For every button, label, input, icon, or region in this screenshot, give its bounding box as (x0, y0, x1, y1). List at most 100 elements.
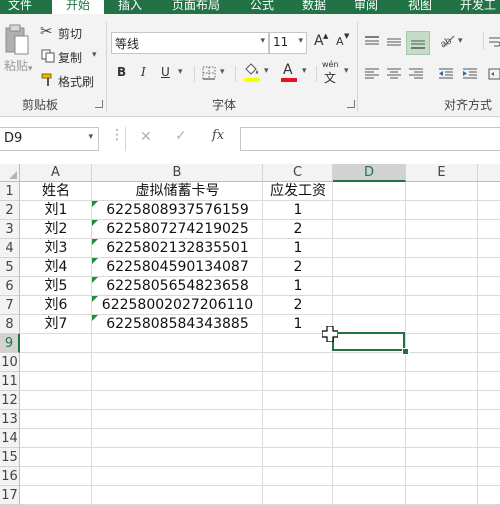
row-header-8[interactable]: 8 (0, 315, 20, 334)
cell-c6[interactable]: 1 (263, 277, 333, 296)
merge-center-button[interactable] (488, 66, 500, 84)
row-header-16[interactable]: 16 (0, 467, 20, 486)
tab-data[interactable]: 数据 (302, 0, 326, 14)
increase-font-size-button[interactable]: A ▲ (313, 32, 329, 52)
fill-color-button[interactable]: ▾ (242, 62, 274, 84)
font-name-select[interactable]: 等线 ▾ (111, 32, 269, 54)
cell-c4[interactable]: 1 (263, 239, 333, 258)
tab-view[interactable]: 视图 (408, 0, 432, 14)
error-indicator-icon[interactable] (92, 258, 98, 264)
row-header-17[interactable]: 17 (0, 486, 20, 505)
row-header-5[interactable]: 5 (0, 258, 20, 277)
bottom-align-button[interactable] (406, 31, 430, 55)
bold-button[interactable]: B (114, 64, 130, 82)
cell-b3[interactable]: 6225807274219025 (92, 220, 263, 239)
row-header-1[interactable]: 1 (0, 182, 20, 201)
row-header-3[interactable]: 3 (0, 220, 20, 239)
cell-c2[interactable]: 1 (263, 201, 333, 220)
column-header-b[interactable]: B (92, 164, 263, 182)
cell-b7[interactable]: 62258002027206110 (92, 296, 263, 315)
cell-b6[interactable]: 6225805654823658 (92, 277, 263, 296)
align-center-button[interactable] (386, 66, 406, 84)
enter-entry-button[interactable]: ✓ (175, 128, 187, 144)
orientation-button[interactable]: ab ▾ (438, 32, 468, 52)
top-align-button[interactable] (364, 34, 384, 52)
column-header-e[interactable]: E (406, 164, 478, 182)
decrease-font-size-button[interactable]: A ▼ (335, 32, 351, 52)
cell-a4[interactable]: 刘3 (20, 239, 92, 258)
cell-b2[interactable]: 6225808937576159 (92, 201, 263, 220)
font-size-select[interactable]: 11 ▾ (269, 32, 307, 54)
cell-a8[interactable]: 刘7 (20, 315, 92, 334)
paste-dropdown-arrow[interactable]: ▾ (28, 64, 33, 74)
align-right-button[interactable] (408, 66, 428, 84)
underline-button[interactable]: U ▾ (158, 64, 188, 82)
error-indicator-icon[interactable] (92, 296, 98, 302)
cell-a5[interactable]: 刘4 (20, 258, 92, 277)
formula-input[interactable] (240, 127, 500, 151)
tab-insert[interactable]: 插入 (118, 0, 142, 14)
cell-b1[interactable]: 虚拟储蓄卡号 (92, 182, 263, 201)
cell-a3[interactable]: 刘2 (20, 220, 92, 239)
cell-a1[interactable]: 姓名 (20, 182, 92, 201)
fill-handle[interactable] (402, 348, 409, 355)
cell-a2[interactable]: 刘1 (20, 201, 92, 220)
column-header-a[interactable]: A (20, 164, 92, 182)
tab-developer[interactable]: 开发工 (460, 0, 496, 14)
decrease-indent-button[interactable] (438, 66, 458, 84)
tab-formulas[interactable]: 公式 (250, 0, 274, 14)
cell-c1[interactable]: 应发工资 (263, 182, 333, 201)
copy-button[interactable]: 复制 ▾ (40, 48, 102, 66)
column-header-d[interactable]: D (333, 164, 406, 182)
cell-b8[interactable]: 6225808584343885 (92, 315, 263, 334)
error-indicator-icon[interactable] (92, 220, 98, 226)
increase-indent-button[interactable] (462, 66, 482, 84)
row-header-7[interactable]: 7 (0, 296, 20, 315)
wrap-text-button[interactable] (488, 34, 500, 52)
row-header-4[interactable]: 4 (0, 239, 20, 258)
italic-button[interactable]: I (136, 64, 152, 82)
row-header-10[interactable]: 10 (0, 353, 20, 372)
cell-c5[interactable]: 2 (263, 258, 333, 277)
row-header-11[interactable]: 11 (0, 372, 20, 391)
select-all-button[interactable] (0, 164, 20, 182)
name-box[interactable]: D9 ▾ (0, 127, 99, 151)
cut-button[interactable]: ✂ 剪切 (40, 22, 92, 42)
cell-c7[interactable]: 2 (263, 296, 333, 315)
row-header-12[interactable]: 12 (0, 391, 20, 410)
cell-a6[interactable]: 刘5 (20, 277, 92, 296)
tab-file[interactable]: 文件 (8, 0, 32, 14)
row-header-15[interactable]: 15 (0, 448, 20, 467)
cell-a7[interactable]: 刘6 (20, 296, 92, 315)
row-header-13[interactable]: 13 (0, 410, 20, 429)
active-cell-d9[interactable] (332, 332, 405, 351)
cell-c3[interactable]: 2 (263, 220, 333, 239)
error-indicator-icon[interactable] (92, 239, 98, 245)
borders-button[interactable]: ▾ (200, 64, 230, 82)
error-indicator-icon[interactable] (92, 315, 98, 321)
cell-b4[interactable]: 6225802132835501 (92, 239, 263, 258)
column-header-f[interactable] (478, 164, 500, 182)
copy-dropdown-arrow[interactable]: ▾ (92, 50, 97, 60)
paste-button[interactable]: 粘贴 (2, 24, 32, 84)
clipboard-dialog-launcher[interactable] (95, 100, 103, 108)
tab-home[interactable]: 开始 (52, 0, 104, 14)
row-header-9[interactable]: 9 (0, 334, 20, 353)
font-color-button[interactable]: A ▾ (280, 62, 312, 84)
format-painter-button[interactable]: 格式刷 (40, 72, 100, 90)
align-left-button[interactable] (364, 66, 384, 84)
tab-page-layout[interactable]: 页面布局 (172, 0, 220, 14)
row-header-6[interactable]: 6 (0, 277, 20, 296)
insert-function-button[interactable]: fx (212, 128, 224, 143)
cell-b5[interactable]: 6225804590134087 (92, 258, 263, 277)
column-header-c[interactable]: C (263, 164, 333, 182)
row-header-14[interactable]: 14 (0, 429, 20, 448)
error-indicator-icon[interactable] (92, 277, 98, 283)
middle-align-button[interactable] (386, 34, 406, 52)
phonetic-guide-button[interactable]: wén 文 ▾ (320, 60, 354, 85)
error-indicator-icon[interactable] (92, 201, 98, 207)
row-header-2[interactable]: 2 (0, 201, 20, 220)
font-dialog-launcher[interactable] (347, 100, 355, 108)
cancel-entry-button[interactable]: ✕ (140, 129, 152, 145)
tab-review[interactable]: 审阅 (354, 0, 378, 14)
